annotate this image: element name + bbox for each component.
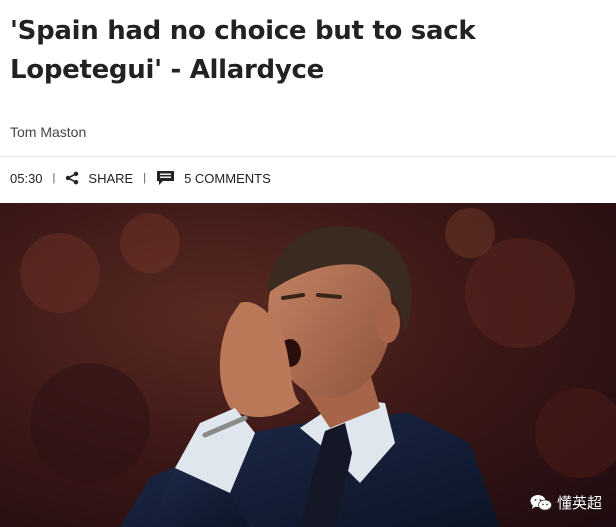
publish-time: 05:30 <box>10 170 43 186</box>
author-name[interactable]: Tom Maston <box>10 124 86 140</box>
comment-icon <box>157 171 175 185</box>
comments-link[interactable]: 5 COMMENTS <box>156 170 271 186</box>
article-meta-bar: 05:30 | SHARE | 5 COMMENTS <box>10 169 271 187</box>
photo-manager-shouting <box>0 203 616 527</box>
share-label: SHARE <box>88 170 134 186</box>
divider <box>0 156 616 157</box>
watermark: 懂英超 <box>530 492 602 513</box>
comments-label: 5 COMMENTS <box>184 170 271 186</box>
meta-separator: | <box>143 172 147 184</box>
meta-separator: | <box>52 172 56 184</box>
article-photo: 懂英超 <box>0 203 616 527</box>
article-headline: 'Spain had no choice but to sack Lopeteg… <box>10 16 476 85</box>
watermark-text: 懂英超 <box>556 495 602 512</box>
wechat-icon <box>530 494 552 510</box>
share-button[interactable]: SHARE <box>65 171 133 186</box>
share-icon <box>66 171 79 185</box>
